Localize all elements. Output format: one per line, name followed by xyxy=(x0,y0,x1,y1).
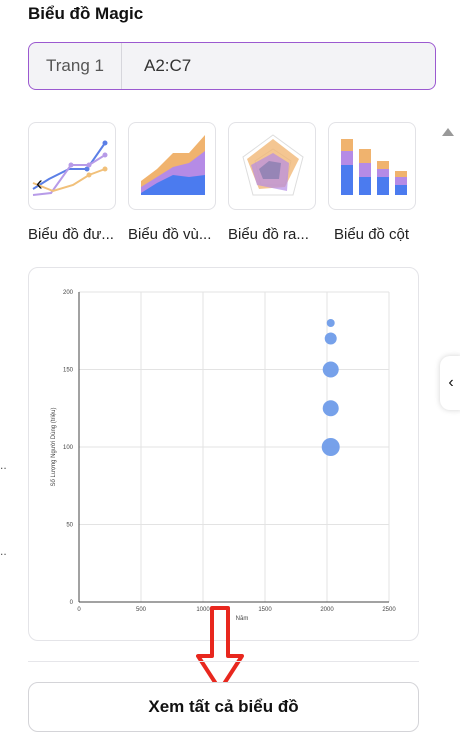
y-tick-label: 100 xyxy=(63,445,74,451)
area-chart-icon xyxy=(141,135,205,195)
y-tick-label: 50 xyxy=(66,523,73,529)
range-cell-reference[interactable]: A2:C7 xyxy=(122,56,191,76)
thumbnail-line-chart[interactable] xyxy=(28,122,116,210)
scatter-point xyxy=(324,332,337,345)
thumbnail-area-chart[interactable] xyxy=(128,122,216,210)
y-tick-label: 0 xyxy=(70,600,74,606)
stacked-bar-chart-icon xyxy=(341,139,407,195)
scatter-chart: 0 500 1000 1500 2000 2500050100150200NămSố Lư… xyxy=(51,290,396,622)
x-tick-label: 0 xyxy=(77,607,81,613)
x-tick-label: 2000 xyxy=(320,607,334,613)
truncated-ellipsis: .. xyxy=(0,544,7,558)
x-tick-label: 500 xyxy=(136,607,147,613)
range-sheet-name[interactable]: Trang 1 xyxy=(29,43,122,89)
line-chart-icon xyxy=(32,140,108,196)
chart-type-carousel xyxy=(28,122,420,212)
divider xyxy=(28,661,419,662)
scatter-point xyxy=(322,400,339,417)
thumbnail-bar-chart[interactable] xyxy=(328,122,416,210)
panel-title: Biểu đồ Magic xyxy=(28,4,144,23)
scatter-point xyxy=(326,319,335,327)
scroll-up-arrow-icon[interactable] xyxy=(442,128,454,136)
thumbnail-label: Biểu đồ đư... xyxy=(28,226,114,243)
thumbnail-radar-chart[interactable] xyxy=(228,122,316,210)
chart-preview-card[interactable]: 0 500 1000 1500 2000 2500 0 50 100 150 200 Năm Số Lư… xyxy=(28,267,419,641)
thumbnail-label: Biểu đồ ra... xyxy=(228,226,309,243)
view-all-charts-button[interactable]: Xem tất cả biểu đồ xyxy=(28,682,419,732)
thumbnail-label: Biểu đồ vù... xyxy=(128,226,212,243)
side-panel-toggle-icon[interactable]: ‹ xyxy=(440,356,460,410)
x-tick-label: 2500 xyxy=(382,607,396,613)
pointer-arrow-annotation xyxy=(196,606,244,692)
scatter-point xyxy=(322,361,339,378)
data-range-field[interactable]: Trang 1 A2:C7 xyxy=(28,42,436,90)
chevron-left-icon[interactable]: ‹ xyxy=(36,174,43,194)
radar-chart-icon xyxy=(242,134,304,196)
scatter-point xyxy=(321,438,340,456)
x-tick-label: 1500 xyxy=(258,607,272,613)
truncated-ellipsis: .. xyxy=(0,458,7,472)
y-tick-label: 200 xyxy=(63,290,74,296)
y-tick-label: 150 xyxy=(63,368,74,374)
y-axis-label: Số Lượng Người Dùng (triệu) xyxy=(51,408,57,487)
thumbnail-label: Biểu đồ cột xyxy=(334,226,410,243)
